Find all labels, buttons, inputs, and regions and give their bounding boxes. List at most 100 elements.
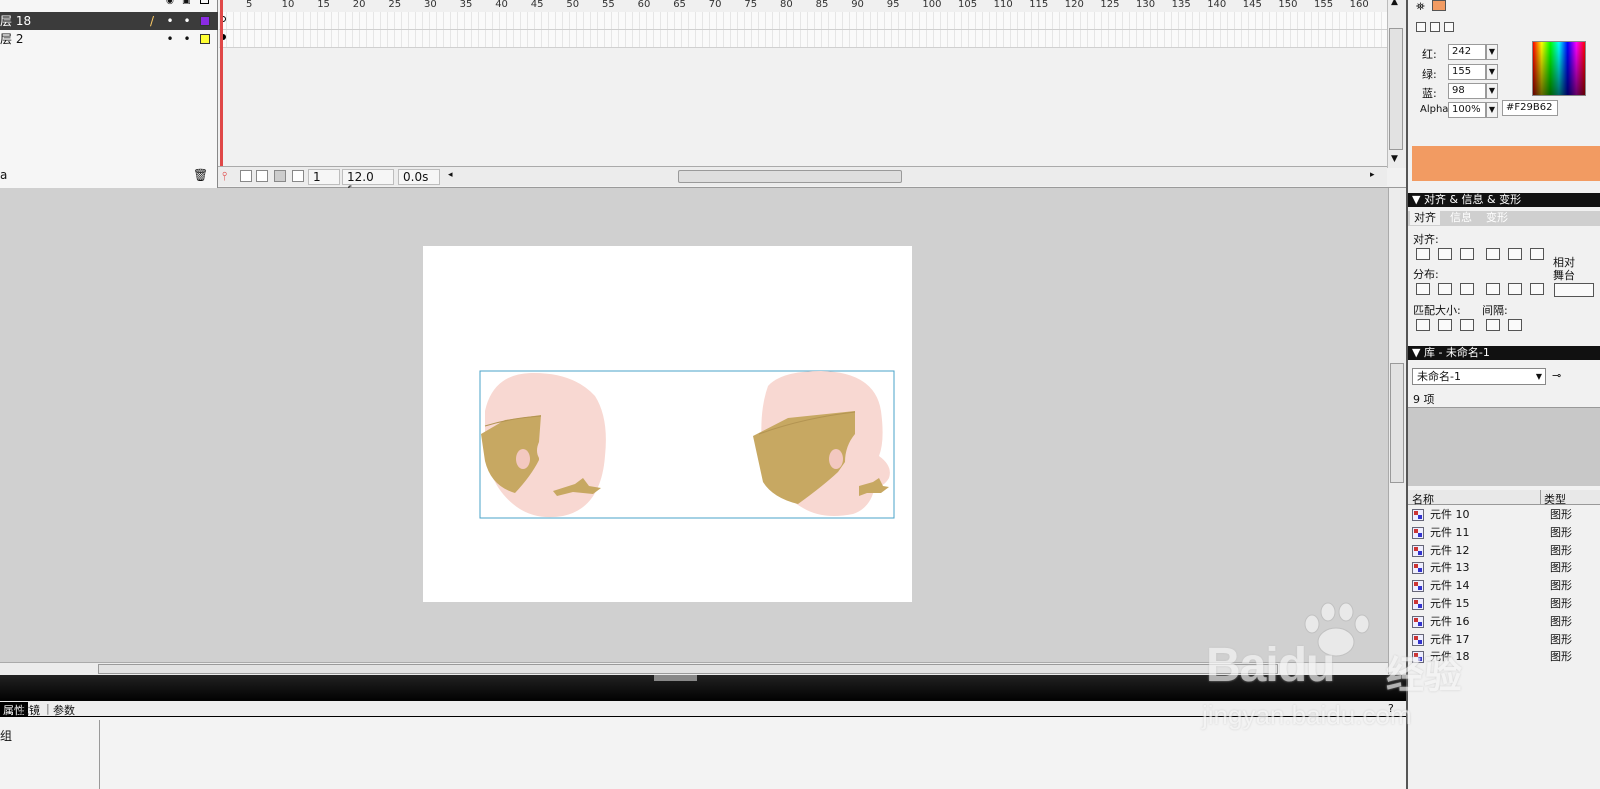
playhead[interactable]: [220, 0, 223, 168]
library-item[interactable]: 元件 10 图形: [1408, 506, 1600, 524]
fill-bucket-icon[interactable]: ⛯: [1416, 0, 1425, 14]
tab-transform[interactable]: 变形: [1482, 211, 1512, 225]
layer-row-2[interactable]: 层 2 • •: [0, 30, 218, 48]
ruler-tick: 75: [744, 0, 758, 10]
align-right-icon[interactable]: [1460, 248, 1474, 260]
tab-filters[interactable]: 滤镜: [18, 702, 40, 718]
stage-hscroll[interactable]: [0, 662, 1388, 675]
scroll-thumb[interactable]: [1390, 363, 1404, 483]
match-height-icon[interactable]: [1438, 319, 1452, 331]
distribute-right-icon[interactable]: [1530, 283, 1544, 295]
distribute-top-icon[interactable]: [1416, 283, 1430, 295]
align-tabs: 对齐 信息 变形: [1408, 211, 1600, 226]
distribute-hcenter-icon[interactable]: [1508, 283, 1522, 295]
frame-ruler[interactable]: 5 10 15 20 25 30 35 40 45 50 55 60 65 70 75 80 85 90 95 100…: [219, 0, 1387, 12]
library-item-type: 图形: [1550, 614, 1572, 628]
alpha-dropdown[interactable]: ▼: [1486, 102, 1498, 118]
lock-dot[interactable]: •: [183, 30, 191, 48]
library-item[interactable]: 元件 13 图形: [1408, 559, 1600, 577]
col-type[interactable]: 类型: [1544, 491, 1566, 507]
layer-color-swatch[interactable]: [200, 34, 210, 44]
blue-value[interactable]: 98: [1448, 83, 1486, 99]
green-value[interactable]: 155: [1448, 64, 1486, 80]
space-vertical-icon[interactable]: [1486, 319, 1500, 331]
scroll-thumb[interactable]: [1389, 28, 1403, 150]
frame-row[interactable]: [219, 12, 1387, 30]
distribute-bottom-icon[interactable]: [1460, 283, 1474, 295]
tab-info[interactable]: 信息: [1446, 211, 1476, 225]
align-left-icon[interactable]: [1416, 248, 1430, 260]
red-value[interactable]: 242: [1448, 44, 1486, 60]
black-white-icon[interactable]: [1416, 22, 1426, 32]
match-width-icon[interactable]: [1416, 319, 1430, 331]
ruler-tick: 5: [246, 0, 253, 10]
no-color-icon[interactable]: [1430, 22, 1440, 32]
blue-dropdown[interactable]: ▼: [1486, 83, 1498, 99]
stage[interactable]: [423, 246, 912, 602]
edit-multiple-icon[interactable]: [274, 170, 286, 182]
frame-grid[interactable]: [219, 12, 1387, 48]
alpha-value[interactable]: 100%: [1448, 102, 1486, 118]
visibility-dot[interactable]: •: [166, 12, 174, 30]
color-preview-swatch: [1412, 146, 1600, 181]
distribute-left-icon[interactable]: [1486, 283, 1500, 295]
tab-parameters[interactable]: 参数: [53, 702, 75, 718]
timeline-vscroll[interactable]: ▲ ▼: [1387, 0, 1406, 168]
layer-color-swatch[interactable]: [200, 16, 210, 26]
timeline-panel: ◉ ▣ 层 18 / • • 层 2 • • a 🗑 5 10 15 20 25 30 35…: [0, 0, 1406, 198]
to-stage-button[interactable]: [1554, 283, 1594, 297]
center-frame-icon[interactable]: ⫯: [222, 169, 227, 184]
ruler-tick: 45: [530, 0, 544, 10]
frame-rate[interactable]: 12.0 fps: [342, 169, 394, 198]
swap-colors-icon[interactable]: [1444, 22, 1454, 32]
align-vcenter-icon[interactable]: [1508, 248, 1522, 260]
color-spectrum[interactable]: [1532, 41, 1586, 96]
scroll-up-icon[interactable]: ▲: [1391, 0, 1398, 7]
lock-icon[interactable]: ▣: [182, 0, 191, 6]
space-horizontal-icon[interactable]: [1508, 319, 1522, 331]
eye-icon[interactable]: ◉: [166, 0, 174, 6]
head-right[interactable]: [753, 371, 890, 516]
add-layer-stub[interactable]: a: [0, 168, 7, 182]
layer-row-18[interactable]: 层 18 / • •: [0, 12, 218, 30]
col-name[interactable]: 名称: [1412, 491, 1434, 507]
library-item[interactable]: 元件 12 图形: [1408, 542, 1600, 560]
onion-outline-icon[interactable]: [256, 170, 268, 182]
scroll-down-icon[interactable]: ▼: [1391, 154, 1398, 164]
timeline-hscroll-thumb[interactable]: [678, 170, 902, 183]
align-top-icon[interactable]: [1486, 248, 1500, 260]
match-both-icon[interactable]: [1460, 319, 1474, 331]
trash-icon[interactable]: 🗑: [193, 168, 208, 182]
distribute-vcenter-icon[interactable]: [1438, 283, 1452, 295]
fill-color-chip[interactable]: [1432, 0, 1446, 11]
green-dropdown[interactable]: ▼: [1486, 64, 1498, 80]
onion-skin-icon[interactable]: [240, 170, 252, 182]
library-document-select[interactable]: 未命名-1 ▼: [1412, 368, 1546, 385]
panel-grip[interactable]: [654, 675, 697, 681]
outline-icon[interactable]: [200, 0, 209, 4]
frame-row[interactable]: [219, 30, 1387, 48]
library-panel-header[interactable]: ▼ 库 - 未命名-1: [1408, 346, 1600, 360]
align-hcenter-icon[interactable]: [1438, 248, 1452, 260]
tab-align[interactable]: 对齐: [1410, 211, 1440, 225]
visibility-dot[interactable]: •: [166, 30, 174, 48]
red-dropdown[interactable]: ▼: [1486, 44, 1498, 60]
pin-icon[interactable]: ⊸: [1552, 369, 1561, 382]
graphic-symbol-icon: [1412, 562, 1424, 575]
ruler-tick: 55: [602, 0, 615, 10]
library-item-type: 图形: [1550, 597, 1572, 610]
scroll-thumb[interactable]: [98, 664, 1278, 674]
scroll-right-icon[interactable]: ▸: [1370, 170, 1375, 180]
ruler-tick: 130: [1136, 0, 1156, 10]
library-item[interactable]: 元件 14 图形: [1408, 577, 1600, 595]
scroll-left-icon[interactable]: ◂: [448, 170, 453, 180]
blue-label: 蓝:: [1422, 87, 1437, 100]
library-item[interactable]: 元件 11 图形: [1408, 524, 1600, 542]
onion-markers-icon[interactable]: [292, 170, 304, 182]
library-column-header: 名称 类型: [1408, 490, 1600, 507]
align-panel-header[interactable]: ▼ 对齐 & 信息 & 变形: [1408, 193, 1600, 207]
head-left[interactable]: [481, 372, 606, 518]
hex-value[interactable]: #F29B62: [1502, 100, 1558, 116]
lock-dot[interactable]: •: [183, 12, 191, 30]
align-bottom-icon[interactable]: [1530, 248, 1544, 260]
